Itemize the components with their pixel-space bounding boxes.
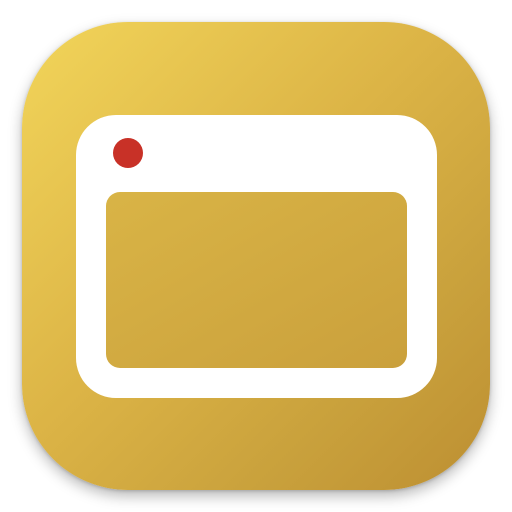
window-app-icon[interactable] [22,22,490,490]
browser-window-icon [76,115,437,398]
window-dot-icon [113,138,143,168]
icon-canvas [0,0,512,512]
window-content-area [106,192,407,368]
